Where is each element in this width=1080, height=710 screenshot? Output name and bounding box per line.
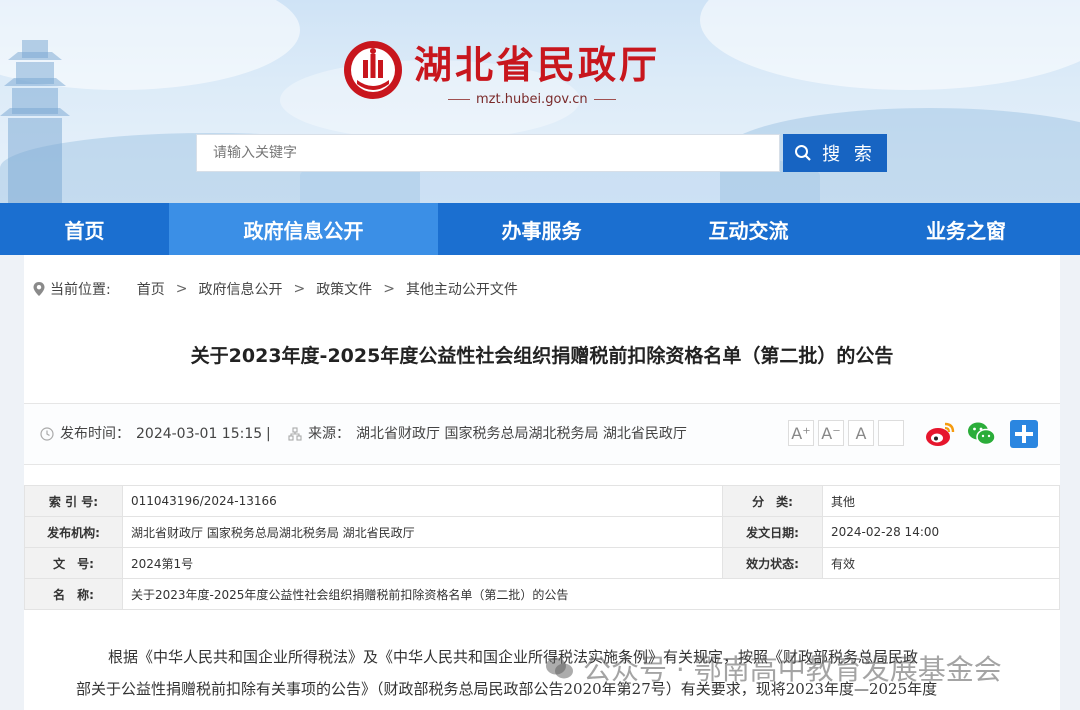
font-blank-button[interactable] <box>878 420 904 446</box>
sitemap-icon <box>288 427 302 441</box>
search-button-label: 搜 索 <box>822 144 876 165</box>
table-row: 名 称: 关于2023年度-2025年度公益性社会组织捐赠税前扣除资格名单（第二… <box>24 578 1060 610</box>
wechat-share-icon[interactable] <box>966 418 998 450</box>
document-info-table: 索 引 号: 011043196/2024-13166 分 类: 其他 发布机构… <box>24 485 1060 610</box>
date-value: 2024-02-28 14:00 <box>822 516 1060 548</box>
breadcrumb-policy[interactable]: 政策文件 <box>316 279 372 299</box>
breadcrumb: 当前位置: 首页 > 政府信息公开 > 政策文件 > 其他主动公开文件 <box>32 279 518 299</box>
nav-business[interactable]: 业务之窗 <box>852 203 1080 255</box>
index-value: 011043196/2024-13166 <box>122 485 723 517</box>
breadcrumb-gov-info[interactable]: 政府信息公开 <box>198 279 282 299</box>
watermark-text: 公众号 · 鄂南高中教育发展基金会 <box>583 653 1002 686</box>
more-share-icon[interactable] <box>1008 418 1040 450</box>
article-meta-bar: 发布时间： 2024-03-01 15:15 | 来源： 湖北省财政厅 国家税务… <box>24 403 1060 465</box>
docno-label: 文 号: <box>24 547 123 579</box>
category-label: 分 类: <box>722 485 823 517</box>
location-pin-icon <box>33 282 45 296</box>
search-button[interactable]: 搜 索 <box>783 134 887 172</box>
name-value: 关于2023年度-2025年度公益性社会组织捐赠税前扣除资格名单（第二批）的公告 <box>122 578 1060 610</box>
font-decrease-button[interactable]: A⁻ <box>818 420 844 446</box>
meta-divider: | <box>266 426 271 442</box>
article-card: 当前位置: 首页 > 政府信息公开 > 政策文件 > 其他主动公开文件 关于20… <box>24 255 1060 710</box>
font-default-button[interactable]: A <box>848 420 874 446</box>
clock-icon <box>40 427 54 441</box>
nav-home[interactable]: 首页 <box>0 203 169 255</box>
font-size-controls: A⁺ A⁻ A <box>788 420 904 446</box>
docno-value: 2024第1号 <box>122 547 723 579</box>
publish-time: 2024-03-01 15:15 <box>136 426 263 442</box>
font-increase-button[interactable]: A⁺ <box>788 420 814 446</box>
breadcrumb-lead: 当前位置: <box>50 282 111 298</box>
site-url-text: mzt.hubei.gov.cn <box>476 92 588 107</box>
weibo-share-icon[interactable] <box>924 418 956 450</box>
name-label: 名 称: <box>24 578 123 610</box>
breadcrumb-separator: > <box>293 281 306 297</box>
table-row: 文 号: 2024第1号 效力状态: 有效 <box>24 547 1060 579</box>
status-value: 有效 <box>822 547 1060 579</box>
breadcrumb-other-files[interactable]: 其他主动公开文件 <box>406 279 518 299</box>
breadcrumb-separator: > <box>383 281 395 297</box>
source-label: 来源： <box>308 426 350 442</box>
site-title: 湖北省民政厅 <box>414 42 661 87</box>
yellow-crane-tower-icon <box>0 40 70 203</box>
table-row: 发布机构: 湖北省财政厅 国家税务总局湖北税务局 湖北省民政厅 发文日期: 20… <box>24 516 1060 548</box>
breadcrumb-home[interactable]: 首页 <box>137 279 165 299</box>
publish-info: 发布时间： 2024-03-01 15:15 <box>40 404 262 464</box>
main-nav: 首页 政府信息公开 办事服务 互动交流 业务之窗 <box>0 203 1080 255</box>
org-value: 湖北省财政厅 国家税务总局湖北税务局 湖北省民政厅 <box>122 516 723 548</box>
index-label: 索 引 号: <box>24 485 123 517</box>
site-url: mzt.hubei.gov.cn <box>448 92 648 107</box>
wechat-icon <box>546 657 573 679</box>
site-header: 湖北省民政厅 mzt.hubei.gov.cn 请输入关键字 搜 索 <box>0 0 1080 203</box>
category-value: 其他 <box>822 485 1060 517</box>
breadcrumb-separator: > <box>175 281 188 297</box>
nav-services[interactable]: 办事服务 <box>438 203 645 255</box>
nav-interaction[interactable]: 互动交流 <box>645 203 852 255</box>
source-info: 来源： 湖北省财政厅 国家税务总局湖北税务局 湖北省民政厅 <box>288 404 687 464</box>
source-value: 湖北省财政厅 国家税务总局湖北税务局 湖北省民政厅 <box>356 426 687 442</box>
nav-gov-info[interactable]: 政府信息公开 <box>169 203 438 255</box>
hubei-civil-affairs-logo-icon <box>344 41 402 99</box>
article-title: 关于2023年度-2025年度公益性社会组织捐赠税前扣除资格名单（第二批）的公告 <box>190 345 894 367</box>
search-input[interactable]: 请输入关键字 <box>196 134 780 172</box>
org-label: 发布机构: <box>24 516 123 548</box>
status-label: 效力状态: <box>722 547 823 579</box>
search-icon <box>795 145 811 161</box>
date-label: 发文日期: <box>722 516 823 548</box>
wechat-watermark: 公众号 · 鄂南高中教育发展基金会 <box>545 648 1002 688</box>
publish-label: 发布时间： <box>60 426 130 442</box>
table-row: 索 引 号: 011043196/2024-13166 分 类: 其他 <box>24 485 1060 517</box>
